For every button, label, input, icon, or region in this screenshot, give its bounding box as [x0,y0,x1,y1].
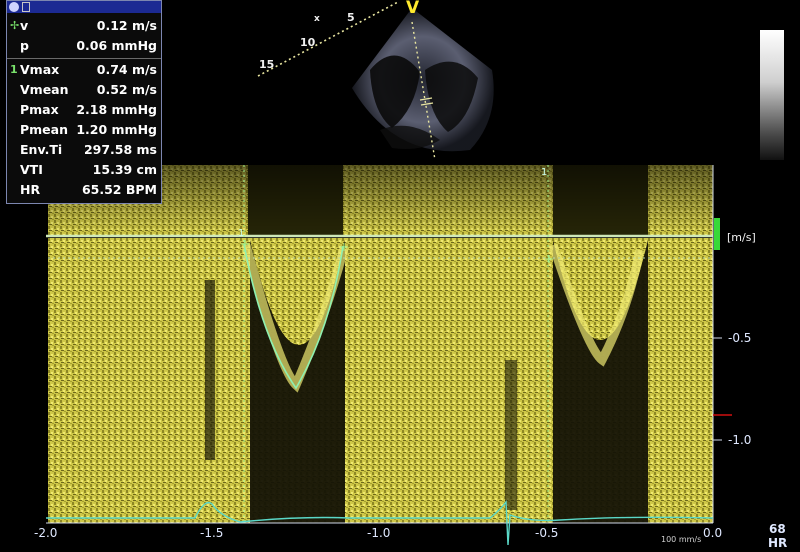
measurement-panel[interactable]: ✢ v 0.12 m/s p 0.06 mmHg 1 Vmax 0.74 m/s… [6,0,162,204]
pmax-row: Pmax 2.18 mmHg [20,102,157,117]
vti-row: VTI 15.39 cm [20,162,157,177]
svg-text:+: + [240,237,250,251]
sweep-speed: 100 mm/s [661,535,702,544]
vmean-row: Vmean 0.52 m/s [20,82,157,97]
panel-titlebar[interactable] [7,1,161,13]
svg-text:+: + [339,240,349,254]
depth-mark-10: 10 [300,36,316,49]
trace-number: 1 [10,63,18,76]
time-tick-neg1.5: -1.5 [200,526,224,540]
doppler-spectrum: + + + [46,165,732,546]
heart-rate-value: 68 [769,522,786,536]
hr-row: HR 65.52 BPM [20,182,157,197]
panel-divider [7,58,161,59]
focus-mark: x [314,14,320,24]
time-tick-neg2.0: -2.0 [34,526,58,540]
document-icon[interactable] [22,2,30,12]
time-tick-neg1.0: -1.0 [367,526,391,540]
cursor-marker-2: 1 [541,167,548,178]
cross-cursor-icon: ✢ [10,19,20,32]
velocity-unit-label: [m/s] [727,231,756,244]
vmax-row: 1 Vmax 0.74 m/s [10,62,157,77]
depth-mark-5: 5 [347,11,355,24]
depth-mark-15: 15 [259,58,275,71]
spectrum-lower [48,238,713,523]
env-ti-row: Env.Ti 297.58 ms [20,142,157,157]
gear-icon[interactable] [9,2,19,12]
heart-rate-label: HR [768,536,788,550]
time-tick-neg0.5: -0.5 [535,526,559,540]
scale-tick-neg0.5: -0.5 [728,331,752,345]
grayscale-bar [760,30,784,160]
cursor-marker-1: 1 [238,228,245,239]
cursor-pressure-row: p 0.06 mmHg [20,38,157,53]
beam-label: V [406,0,420,18]
svg-text:+: + [544,252,554,266]
scale-tick-neg1.0: -1.0 [728,433,752,447]
cursor-velocity-row: ✢ v 0.12 m/s [10,18,157,33]
baseline-indicator [714,218,720,250]
time-tick-0.0: 0.0 [703,526,723,540]
pmean-row: Pmean 1.20 mmHg [20,122,157,137]
